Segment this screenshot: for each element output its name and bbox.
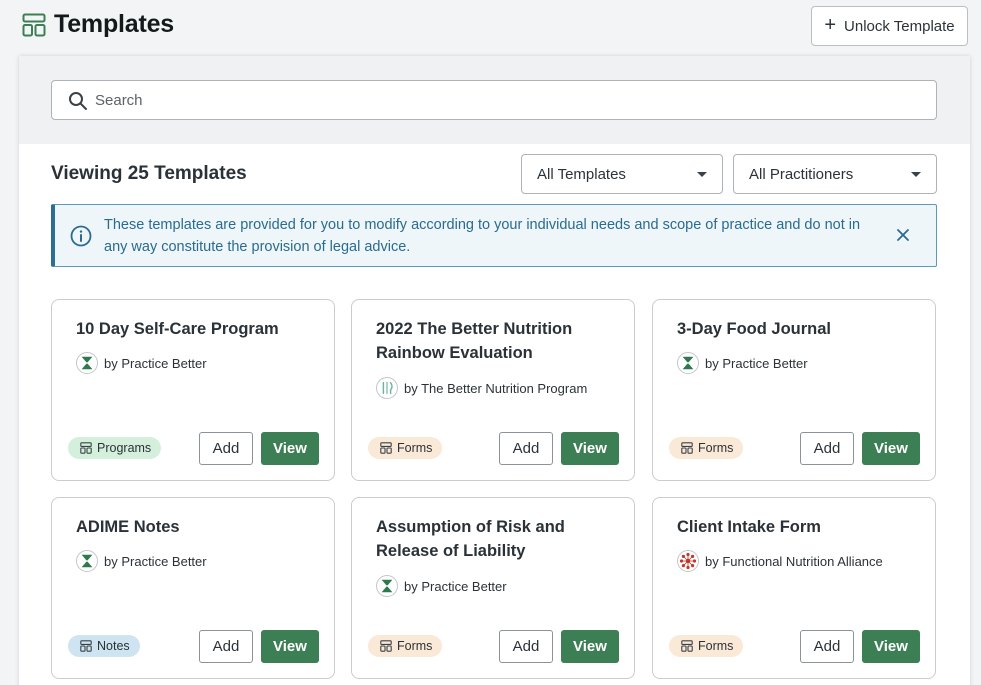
template-card[interactable]: 2022 The Better Nutrition Rainbow Evalua… [351, 299, 635, 481]
author-name: by Practice Better [705, 355, 808, 371]
author-name: by Functional Nutrition Alliance [705, 553, 883, 569]
template-card[interactable]: Client Intake Form by Functional Nutritio… [652, 497, 936, 679]
category-label: Programs [97, 441, 152, 455]
practice-better-logo-icon [76, 550, 98, 572]
template-category-icon [80, 442, 92, 454]
template-author: by The Better Nutrition Program [376, 377, 587, 399]
unlock-template-label: Unlock Template [844, 17, 955, 35]
plus-icon: + [824, 14, 837, 36]
category-label: Forms [397, 639, 433, 653]
template-title: 10 Day Self-Care Program [76, 320, 279, 338]
template-type-value: All Templates [537, 165, 626, 183]
add-template-button[interactable]: Add [499, 630, 553, 663]
view-template-button[interactable]: View [561, 630, 619, 663]
author-name: by Practice Better [404, 578, 507, 594]
template-author: by Functional Nutrition Alliance [677, 550, 883, 572]
templates-icon [22, 13, 46, 37]
template-category-icon [80, 640, 92, 652]
category-badge: Forms [368, 437, 443, 459]
template-category-icon [681, 442, 693, 454]
view-template-button[interactable]: View [261, 432, 319, 465]
template-category-icon [380, 640, 392, 652]
search-zone [19, 56, 970, 144]
legal-notice: These templates are provided for you to … [51, 204, 937, 267]
category-badge: Forms [368, 635, 443, 657]
practice-better-logo-icon [677, 352, 699, 374]
category-label: Notes [97, 639, 130, 653]
templates-panel: Viewing 25 Templates All Templates All P… [19, 56, 970, 685]
chevron-down-icon [911, 172, 921, 177]
template-author: by Practice Better [76, 550, 207, 572]
unlock-template-button[interactable]: + Unlock Template [811, 6, 968, 46]
view-template-button[interactable]: View [862, 630, 920, 663]
template-card[interactable]: Assumption of Risk and Release of Liabil… [351, 497, 635, 679]
add-template-button[interactable]: Add [499, 432, 553, 465]
template-type-select[interactable]: All Templates [521, 154, 723, 194]
notice-text: These templates are provided for you to … [104, 217, 861, 255]
template-title: Client Intake Form [677, 518, 821, 536]
practice-better-logo-icon [76, 352, 98, 374]
add-template-button[interactable]: Add [800, 630, 854, 663]
template-title: Assumption of Risk and Release of Liabil… [376, 518, 565, 560]
author-name: by Practice Better [104, 355, 207, 371]
category-badge: Programs [68, 437, 162, 459]
view-template-button[interactable]: View [862, 432, 920, 465]
template-author: by Practice Better [376, 575, 507, 597]
viewing-count: Viewing 25 Templates [51, 163, 247, 184]
template-card[interactable]: 3-Day Food Journal by Practice Better Form… [652, 299, 936, 481]
info-icon [70, 225, 92, 247]
add-template-button[interactable]: Add [800, 432, 854, 465]
practitioner-select[interactable]: All Practitioners [733, 154, 937, 194]
search-box[interactable] [51, 80, 937, 120]
template-author: by Practice Better [76, 352, 207, 374]
view-template-button[interactable]: View [261, 630, 319, 663]
category-badge: Notes [68, 635, 140, 657]
page-title: Templates [54, 10, 175, 38]
add-template-button[interactable]: Add [199, 630, 253, 663]
template-title: 3-Day Food Journal [677, 320, 832, 338]
template-author: by Practice Better [677, 352, 808, 374]
category-badge: Forms [669, 437, 744, 459]
template-category-icon [380, 442, 392, 454]
view-template-button[interactable]: View [561, 432, 619, 465]
close-icon[interactable] [896, 228, 910, 242]
category-label: Forms [698, 441, 734, 455]
chevron-down-icon [697, 172, 707, 177]
category-badge: Forms [669, 635, 744, 657]
add-template-button[interactable]: Add [199, 432, 253, 465]
template-title: 2022 The Better Nutrition Rainbow Evalua… [376, 320, 573, 362]
practice-better-logo-icon [376, 575, 398, 597]
category-label: Forms [397, 441, 433, 455]
practitioner-value: All Practitioners [749, 165, 854, 183]
template-card[interactable]: 10 Day Self-Care Program by Practice Bett… [51, 299, 335, 481]
functional-nutrition-logo-icon [677, 550, 699, 572]
template-card[interactable]: ADIME Notes by Practice Better Notes Add Vie… [51, 497, 335, 679]
better-nutrition-logo-icon [376, 377, 398, 399]
search-icon [69, 92, 87, 110]
template-category-icon [681, 640, 693, 652]
author-name: by Practice Better [104, 553, 207, 569]
category-label: Forms [698, 639, 734, 653]
page-header: Templates + Unlock Template [0, 0, 981, 56]
template-title: ADIME Notes [76, 518, 180, 536]
search-input[interactable] [95, 81, 915, 119]
author-name: by The Better Nutrition Program [404, 380, 588, 396]
